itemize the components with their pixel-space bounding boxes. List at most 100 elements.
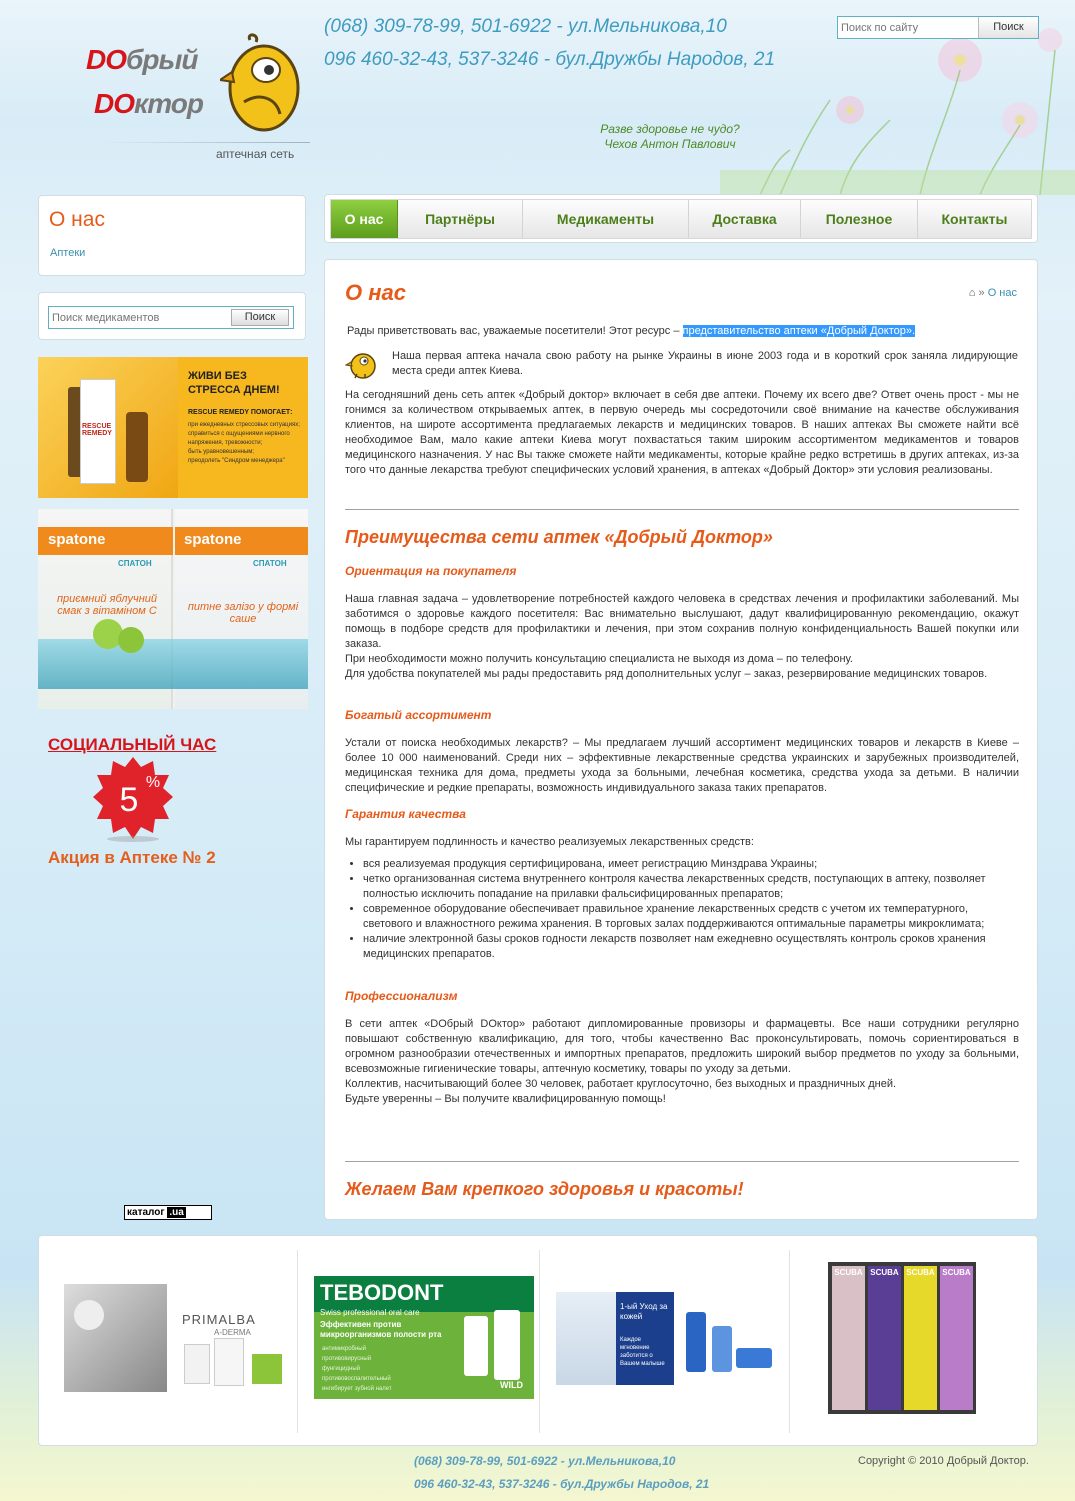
partner-primalba[interactable]: PRIMALBA A-DERMA xyxy=(64,1284,284,1392)
partner-baby-care[interactable]: 1-ый Уход за кожей Каждое мгновение забо… xyxy=(556,1292,776,1385)
quote-text: Разве здоровье не чудо? xyxy=(600,122,740,136)
main-nav: О нас Партнёры Медикаменты Доставка Поле… xyxy=(324,194,1038,243)
section-title-quality: Гарантия качества xyxy=(345,807,466,821)
paragraph: При необходимости можно получить консуль… xyxy=(345,653,853,665)
medicine-search-box: Поиск xyxy=(38,292,306,340)
nav-item-medicines[interactable]: Медикаменты xyxy=(523,200,689,238)
rescue-bullet: преодолеть "Синдром менеджера" xyxy=(188,458,285,464)
promo-title[interactable]: Акция в Аптеке № 2 xyxy=(48,848,216,868)
rescue-pack-text: RESCUE REMEDY xyxy=(82,423,112,437)
quote-author: Чехов Антон Павлович xyxy=(604,137,736,151)
rescue-bullet: быть уравновешенным; xyxy=(188,449,255,455)
scuba-label: SCUBA xyxy=(870,1268,899,1277)
discount-badge-icon: 5 % xyxy=(93,757,173,842)
intro-text: Рады приветствовать вас, уважаемые посет… xyxy=(347,324,1021,339)
sidebar-about-box: О нас Аптеки xyxy=(38,195,306,276)
toothbrush-icon xyxy=(904,1266,937,1410)
nav-item-about[interactable]: О нас xyxy=(331,200,398,238)
paragraph: Коллектив, насчитывающий более 30 челове… xyxy=(345,1078,897,1090)
list-item: наличие электронной базы сроков годности… xyxy=(363,932,1019,962)
sidebar-link-pharmacies[interactable]: Аптеки xyxy=(50,247,85,259)
section-professionalism-text: В сети аптек «DOбрый DOктор» работают ди… xyxy=(345,1017,1019,1107)
tebodont-brand: TEBODONT xyxy=(320,1280,444,1305)
home-icon[interactable]: ⌂ xyxy=(969,287,976,299)
quality-list: вся реализуемая продукция сертифицирован… xyxy=(345,857,1019,962)
baby-care-title: 1-ый Уход за кожей xyxy=(620,1302,668,1321)
katalog-text: каталог xyxy=(127,1207,165,1218)
apple-icon xyxy=(118,627,144,653)
closing-text: Желаем Вам крепкого здоровья и красоты! xyxy=(345,1179,744,1199)
section-customer-text: Наша главная задача – удовлетворение пот… xyxy=(345,592,1019,682)
partner-tebodont[interactable]: TEBODONT Swiss professional oral care Эф… xyxy=(314,1276,534,1399)
section-title-professionalism: Профессионализм xyxy=(345,989,458,1003)
advantages-title: Преимущества сети аптек «Добрый Доктор» xyxy=(345,527,773,547)
section-assortment-text: Устали от поиска необходимых лекарств? –… xyxy=(345,737,1019,794)
main-content: О нас ⌂ » О нас Рады приветствовать вас,… xyxy=(324,259,1038,1220)
discount-unit: % xyxy=(146,774,160,791)
rescue-remedy-banner[interactable]: RESCUE REMEDY ЖИВИ БЕЗ СТРЕССА ДНЕМ! RES… xyxy=(38,357,308,498)
scuba-label: SCUBA xyxy=(906,1268,935,1277)
tebodont-headline: Эффективен против микроорганизмов полост… xyxy=(320,1320,442,1339)
page-title: О нас xyxy=(345,280,406,305)
today-text: На сегодняшний день сеть аптек «Добрый д… xyxy=(345,389,1019,476)
rescue-subhead: RESCUE REMEDY ПОМОГАЕТ: xyxy=(188,409,293,416)
scuba-label: SCUBA xyxy=(942,1268,971,1277)
katalog-ua: .ua xyxy=(167,1207,186,1218)
breadcrumb: ⌂ » О нас xyxy=(968,287,1017,299)
nav-item-useful[interactable]: Полезное xyxy=(801,200,918,238)
scuba-label: SCUBA xyxy=(834,1268,863,1277)
nav-item-delivery[interactable]: Доставка xyxy=(689,200,801,238)
spatone-pack1: приємний яблучний смак з вітаміном С xyxy=(56,593,157,617)
baby-care-text: Каждое мгновение заботится о Вашем малыш… xyxy=(620,1337,665,1367)
list-item: вся реализуемая продукция сертифицирован… xyxy=(363,857,1019,872)
site-search: Поиск xyxy=(837,16,1039,39)
logo-line-1: DOбрый xyxy=(86,44,198,75)
medicine-search-button[interactable]: Поиск xyxy=(231,309,289,326)
divider xyxy=(345,1161,1019,1162)
header-phone-2: 096 460-32-43, 537-3246 - бул.Дружбы Нар… xyxy=(324,49,776,70)
chick-mascot-icon xyxy=(220,33,300,132)
primalba-sub: A-DERMA xyxy=(214,1328,251,1337)
paragraph: Будьте уверенны – Вы получите квалифицир… xyxy=(345,1093,666,1105)
intro-highlight: представительство аптеки «Добрый Доктор»… xyxy=(682,325,916,337)
site-search-input[interactable] xyxy=(838,17,978,38)
paragraph: Наша главная задача – удовлетворение пот… xyxy=(345,593,1019,650)
spatone-brand-1: spatone xyxy=(48,531,106,548)
section-quality-intro: Мы гарантируем подлинность и качество ре… xyxy=(345,836,754,848)
medicine-search-input[interactable] xyxy=(49,307,233,328)
site-header: DOбрый DOктор аптечная сеть (068) 309-78… xyxy=(0,0,1075,195)
list-item: современное оборудование обеспечивает пр… xyxy=(363,902,1019,932)
divider xyxy=(297,1250,298,1433)
section-title-customer: Ориентация на покупателя xyxy=(345,564,517,578)
intro-plain: Рады приветствовать вас, уважаемые посет… xyxy=(347,325,683,337)
tebodont-bullet: ингибирует зубной налет xyxy=(322,1386,392,1392)
nav-item-contacts[interactable]: Контакты xyxy=(918,200,1031,238)
logo-line-2: DOктор xyxy=(94,88,204,119)
tebodont-wild: WILD xyxy=(500,1380,523,1390)
spatone-brand-2: spatone xyxy=(184,531,242,548)
divider xyxy=(789,1250,790,1433)
list-item: четко организованная система внутреннего… xyxy=(363,872,1019,902)
section-title-assortment: Богатый ассортимент xyxy=(345,708,492,722)
rescue-bullet: при ежедневных стрессовых ситуациях; xyxy=(188,422,300,428)
first-pharmacy-text: Наша первая аптека начала свою работу на… xyxy=(392,350,1018,377)
partner-scuba[interactable]: SCUBA SCUBA SCUBA SCUBA xyxy=(828,1262,976,1414)
toothbrush-icon xyxy=(868,1266,901,1410)
footer-phone-2: 096 460-32-43, 537-3246 - бул.Дружбы Нар… xyxy=(414,1477,710,1491)
header-phone-1: (068) 309-78-99, 501-6922 - ул.Мельников… xyxy=(324,16,727,37)
spatone-cyr-1: СПАТОН xyxy=(118,559,152,568)
spatone-banner[interactable]: spatone spatone СПАТОН СПАТОН приємний я… xyxy=(38,509,308,709)
social-hour-title[interactable]: СОЦИАЛЬНЫЙ ЧАС xyxy=(48,735,216,755)
logo[interactable]: DOбрый DOктор аптечная сеть xyxy=(80,30,310,170)
paragraph: В сети аптек «DOбрый DOктор» работают ди… xyxy=(345,1018,1019,1075)
nav-item-partners[interactable]: Партнёры xyxy=(398,200,523,238)
copyright: Copyright © 2010 Добрый Доктор. xyxy=(858,1455,1029,1467)
site-search-button[interactable]: Поиск xyxy=(978,17,1038,38)
footer-phone-1: (068) 309-78-99, 501-6922 - ул.Мельников… xyxy=(414,1454,676,1468)
katalog-button[interactable]: каталог .ua xyxy=(124,1205,212,1220)
toothbrush-icon xyxy=(940,1266,973,1410)
breadcrumb-current[interactable]: О нас xyxy=(988,287,1017,299)
tebodont-bullet: противовирусный xyxy=(322,1356,372,1362)
divider xyxy=(345,509,1019,510)
paragraph: Для удобства покупателей мы рады предост… xyxy=(345,668,988,680)
